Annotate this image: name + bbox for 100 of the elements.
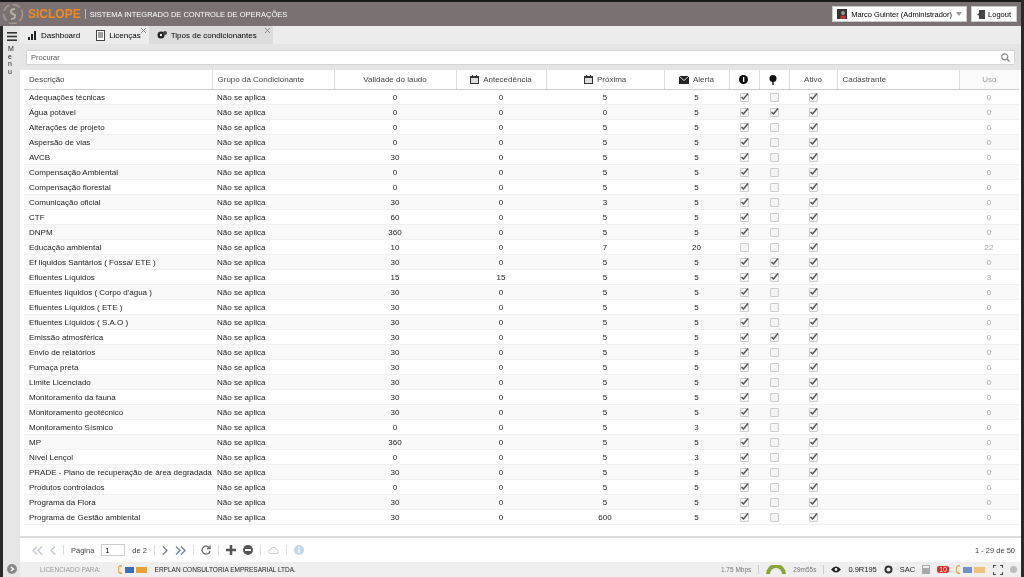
tab[interactable]: Licenças (88, 26, 149, 44)
table-cell: 0 (986, 212, 992, 222)
table-cell: 0 (498, 167, 504, 177)
table-cell: 5 (694, 512, 699, 522)
table-cell: 5 (602, 302, 608, 312)
table-cell: PRADE - Plano de recuperação de área degradada (29, 467, 212, 477)
table-cell: 5 (694, 317, 699, 327)
table-cell: Não se aplica (217, 167, 266, 177)
table-cell: 30 (390, 392, 400, 402)
table-cell: 3 (986, 272, 992, 282)
table-cell: Ef liquidos Santários ( Fossa/ ETE ) (29, 257, 156, 267)
table-cell: 5 (694, 467, 699, 477)
table-cell: 0 (986, 377, 992, 387)
table-cell: Não se aplica (217, 182, 266, 192)
table-cell: 3 (694, 422, 699, 432)
table-cell: 30 (390, 257, 400, 267)
table-cell: 0 (392, 92, 398, 102)
table-cell: Fumaça preta (29, 362, 79, 372)
table-cell: 0 (986, 437, 992, 447)
column-header[interactable]: Alerta (664, 70, 729, 90)
table-cell: Não se aplica (217, 287, 266, 297)
table-cell: 15 (390, 272, 400, 282)
table-cell: 0 (392, 422, 398, 432)
table-cell: 0 (986, 392, 992, 402)
table-cell: 0 (986, 302, 992, 312)
table-cell: 0 (498, 392, 504, 402)
table-cell: 5 (602, 482, 608, 492)
table-cell: 0 (498, 197, 504, 207)
table-cell: 5 (602, 212, 608, 222)
table-cell: Não se aplica (217, 452, 266, 462)
table-cell: 5 (602, 182, 608, 192)
table-cell: 0 (392, 107, 398, 117)
table-cell: 0 (392, 482, 398, 492)
table-cell: Não se aplica (217, 227, 266, 237)
table-cell: 30 (390, 197, 400, 207)
table-cell: Não se aplica (217, 407, 266, 417)
table-cell: 5 (694, 107, 699, 117)
table-cell: 5 (694, 212, 699, 222)
table-cell: 0 (986, 512, 992, 522)
tab[interactable]: Dashboard (20, 26, 89, 44)
table-cell: Não se aplica (217, 107, 266, 117)
table-cell: Não se aplica (217, 497, 266, 507)
table-cell: Produtos controlados (29, 482, 105, 492)
column-header[interactable]: Grupo da Condicionante (212, 70, 334, 90)
table-cell: 60 (390, 212, 400, 222)
column-header[interactable]: Próxima (546, 70, 664, 90)
table-cell: 5 (694, 302, 699, 312)
table-cell: 30 (390, 287, 400, 297)
table-cell: 5 (602, 452, 608, 462)
table-cell: 0 (986, 257, 992, 267)
table-cell: Emissão atmosférica (29, 332, 104, 342)
table-cell: 0 (986, 482, 992, 492)
table-cell: 0 (498, 212, 504, 222)
table-cell: CTF (29, 212, 45, 222)
table-cell: 0 (986, 347, 992, 357)
table-cell: Nível Lençol (29, 452, 74, 462)
table-cell: 5 (602, 467, 608, 477)
table-cell: 5 (694, 167, 699, 177)
table-cell: 0 (498, 497, 504, 507)
table-cell: Programa de Gestão ambiental (29, 512, 141, 522)
column-header[interactable]: Validade do laudo (334, 70, 456, 90)
table-cell: 5 (694, 497, 699, 507)
table-cell: Não se aplica (217, 512, 266, 522)
table-cell: 5 (602, 497, 608, 507)
table-cell: 5 (602, 92, 608, 102)
table-cell: Não se aplica (217, 137, 266, 147)
table-cell: Não se aplica (217, 317, 266, 327)
table-cell: AVCB (29, 152, 51, 162)
table-cell: Monitoramento geotécnico (29, 407, 124, 417)
table-cell: 0 (498, 362, 504, 372)
table-cell: 0 (986, 287, 992, 297)
column-header[interactable]: Descrição (24, 70, 212, 90)
table-cell: 5 (694, 257, 699, 267)
table-cell: 5 (694, 137, 699, 147)
table-cell: 360 (388, 437, 402, 447)
table-cell: 10 (390, 242, 400, 252)
table-cell: Não se aplica (217, 332, 266, 342)
table-cell: Efluentes Líquidos ( ETE ) (29, 302, 123, 312)
table-cell: Não se aplica (217, 212, 266, 222)
table-cell: 20 (692, 242, 701, 252)
table-cell: 5 (602, 227, 608, 237)
table-cell: 30 (390, 347, 400, 357)
table-cell: Adequações técnicas (29, 92, 106, 102)
table-cell: 30 (390, 362, 400, 372)
table-cell: 5 (694, 287, 699, 297)
table-cell: 7 (602, 242, 608, 252)
table-cell: Comunicação oficial (29, 197, 101, 207)
table-cell: 0 (986, 152, 992, 162)
table-cell: 5 (602, 317, 608, 327)
table-cell: 0 (498, 227, 504, 237)
column-header[interactable]: Antecedência (456, 70, 546, 90)
tab[interactable]: Tipos de condicionantes (148, 26, 273, 44)
table-cell: Não se aplica (217, 242, 266, 252)
table-cell: Não se aplica (217, 302, 266, 312)
table-cell: 30 (390, 407, 400, 417)
column-header[interactable]: Ativo (789, 70, 837, 90)
table-cell: 0 (986, 422, 992, 432)
table-cell: 5 (694, 227, 699, 237)
table-cell: Aspersão de vias (29, 137, 91, 147)
table-cell: 5 (694, 482, 699, 492)
